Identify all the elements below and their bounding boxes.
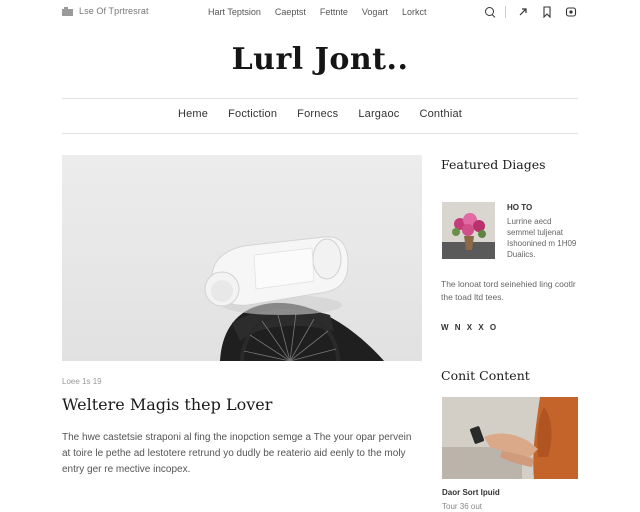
content-thumbnail[interactable] xyxy=(442,397,578,479)
top-icons xyxy=(473,5,578,19)
top-left-label[interactable]: Lse Of Tprtresrat xyxy=(62,6,149,16)
search-icon[interactable] xyxy=(483,5,497,19)
nav-item-contact[interactable]: Conthiat xyxy=(419,108,462,120)
content-heading: Conit Content xyxy=(441,368,530,383)
top-link[interactable]: Fettnte xyxy=(320,7,348,17)
divider xyxy=(62,133,578,134)
top-link[interactable]: Vogart xyxy=(362,7,388,17)
content-caption[interactable]: Daor Sort Ipuid xyxy=(442,488,500,497)
main-nav: Heme Foctiction Fornecs Largaoc Conthiat xyxy=(0,108,640,120)
nav-item-3[interactable]: Fornecs xyxy=(297,108,338,120)
hero-image[interactable] xyxy=(62,155,422,361)
top-bar: Lse Of Tprtresrat Hart Teptsion Caeptst … xyxy=(0,0,640,26)
article-excerpt: The hwe castetsie straponi al fing the i… xyxy=(62,432,412,475)
nav-item-2[interactable]: Foctiction xyxy=(228,108,277,120)
account-icon[interactable] xyxy=(564,5,578,19)
top-left-text: Lse Of Tprtresrat xyxy=(79,6,149,16)
share-icon[interactable] xyxy=(516,5,530,19)
featured-heading: Featured Diages xyxy=(441,157,546,172)
article-title[interactable]: Weltere Magis thep Lover xyxy=(62,395,272,414)
featured-text: Lurrine aecd semmel tuljenat Ishoonined … xyxy=(507,217,577,259)
content-subcaption: Tour 36 out xyxy=(442,502,483,511)
divider xyxy=(62,98,578,99)
social-links[interactable]: W N X X O xyxy=(441,323,498,332)
top-link[interactable]: Caeptst xyxy=(275,7,306,17)
top-link[interactable]: Lorkct xyxy=(402,7,427,17)
top-link[interactable]: Hart Teptsion xyxy=(208,7,261,17)
nav-item-home[interactable]: Heme xyxy=(178,108,208,120)
sidebar-paragraph: The lonoat tord seinehied ling cootlr th… xyxy=(441,279,576,302)
nav-item-4[interactable]: Largaoc xyxy=(358,108,399,120)
article-meta: Loee 1s 19 xyxy=(62,377,102,386)
top-links: Hart Teptsion Caeptst Fettnte Vogart Lor… xyxy=(208,7,440,17)
divider xyxy=(505,6,506,18)
library-icon xyxy=(62,6,73,16)
bookmark-icon[interactable] xyxy=(540,5,554,19)
site-logo[interactable]: Lurl Jont.. xyxy=(0,42,640,77)
featured-thumbnail[interactable] xyxy=(442,202,495,259)
featured-title[interactable]: HO TO xyxy=(507,203,532,212)
